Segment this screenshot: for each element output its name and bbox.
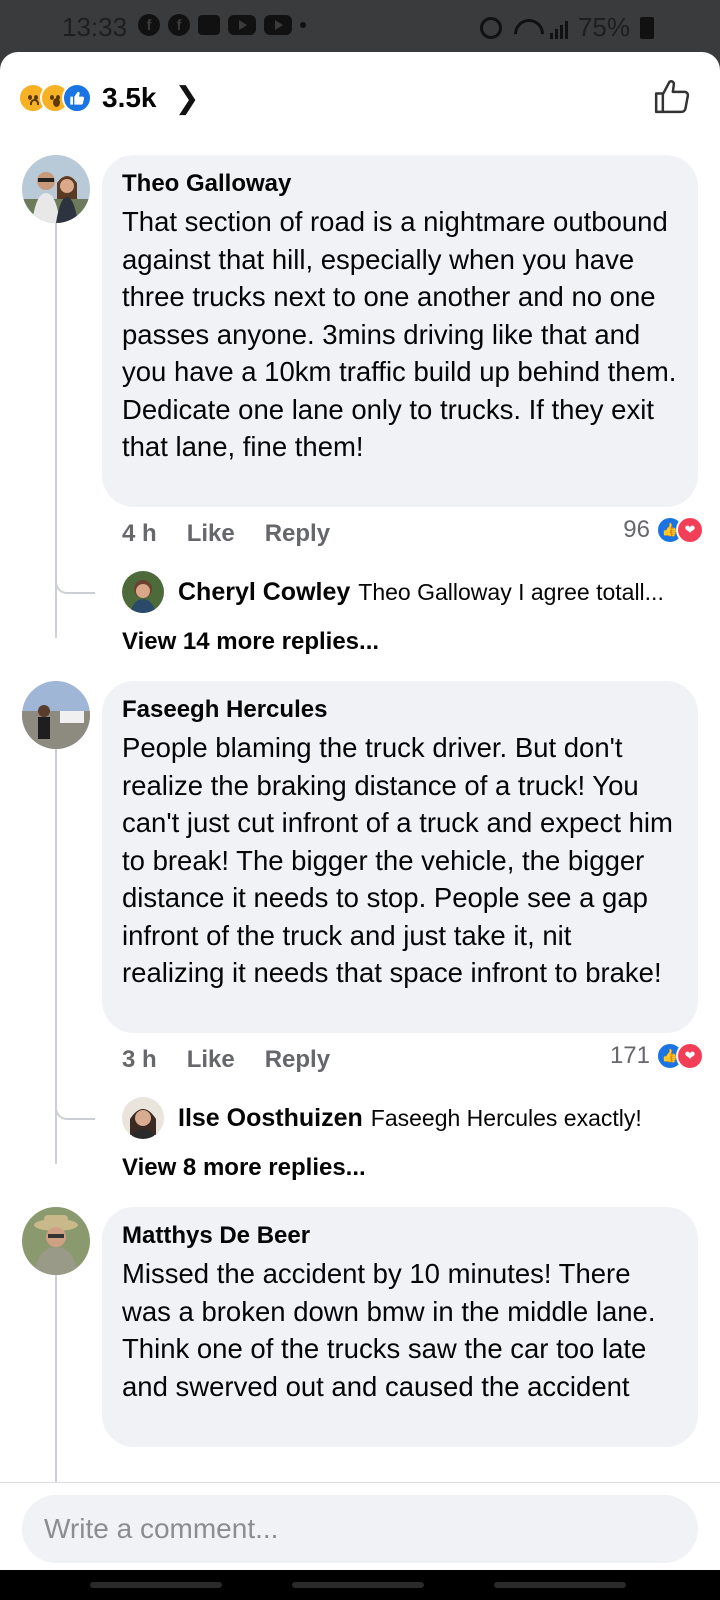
like-button[interactable]: Like bbox=[187, 1046, 235, 1074]
comment-text: Missed the accident by 10 minutes! There… bbox=[122, 1258, 656, 1402]
youtube-icon bbox=[228, 15, 256, 35]
comment-author[interactable]: Faseegh Hercules bbox=[122, 695, 678, 725]
comment-reactions[interactable]: 96 👍 ❤ bbox=[623, 516, 704, 544]
home-button[interactable] bbox=[292, 1582, 424, 1588]
comment-text: That section of road is a nightmare outb… bbox=[122, 206, 677, 462]
signal-icon bbox=[549, 17, 568, 39]
reply-text: Faseegh Hercules exactly! bbox=[370, 1104, 642, 1131]
love-reaction-icon: ❤ bbox=[676, 516, 704, 544]
comment-input[interactable] bbox=[22, 1495, 698, 1563]
comment-composer bbox=[0, 1482, 720, 1600]
comment-author[interactable]: Matthys De Beer bbox=[122, 1221, 678, 1251]
comment-actions: 3 h Like Reply bbox=[122, 1046, 330, 1074]
reactions-count: 3.5k bbox=[102, 82, 157, 113]
chevron-right-icon[interactable]: ❯ bbox=[175, 81, 200, 116]
reaction-count: 96 bbox=[623, 516, 650, 543]
avatar[interactable] bbox=[22, 1207, 90, 1275]
wifi-icon bbox=[512, 17, 540, 39]
more-notifications-icon bbox=[300, 22, 306, 28]
comment-text: People blaming the truck driver. But don… bbox=[122, 732, 673, 988]
avatar[interactable] bbox=[122, 1097, 164, 1139]
youtube-icon bbox=[264, 15, 292, 35]
love-reaction-icon: ❤ bbox=[676, 1042, 704, 1070]
avatar[interactable] bbox=[22, 155, 90, 223]
reply-text: Theo Galloway I agree totall... bbox=[358, 578, 664, 605]
recent-apps-button[interactable] bbox=[90, 1582, 222, 1588]
system-icons: 75% bbox=[479, 12, 654, 43]
system-nav-bar bbox=[0, 1570, 720, 1600]
notification-icons: f f bbox=[138, 14, 306, 36]
reply-button[interactable]: Reply bbox=[265, 520, 330, 548]
comment-bubble[interactable]: Faseegh Hercules People blaming the truc… bbox=[102, 681, 698, 1033]
facebook-icon: f bbox=[168, 14, 190, 36]
comment-author[interactable]: Theo Galloway bbox=[122, 169, 678, 199]
battery-icon bbox=[640, 16, 654, 39]
back-button[interactable] bbox=[494, 1582, 626, 1588]
comment-time: 3 h bbox=[122, 1046, 157, 1073]
status-time: 13:33 bbox=[62, 12, 128, 42]
reply-author[interactable]: Cheryl Cowley bbox=[178, 578, 350, 607]
reply-button[interactable]: Reply bbox=[265, 1046, 330, 1074]
status-bar: 13:33 f f 75% bbox=[0, 0, 720, 52]
alarm-icon bbox=[479, 16, 502, 39]
like-button-icon[interactable] bbox=[652, 76, 692, 116]
comments-panel: 3.5k ❯ Theo Galloway That section of roa… bbox=[0, 52, 720, 1600]
reactions-summary[interactable]: 3.5k ❯ bbox=[18, 78, 200, 118]
reply-author[interactable]: Ilse Oosthuizen bbox=[178, 1104, 363, 1133]
reply-preview[interactable]: Cheryl Cowley Theo Galloway I agree tota… bbox=[122, 571, 664, 613]
reaction-count: 171 bbox=[609, 1042, 650, 1069]
inbox-icon bbox=[198, 15, 220, 35]
avatar[interactable] bbox=[22, 681, 90, 749]
comment-actions: 4 h Like Reply bbox=[122, 520, 330, 548]
battery-percent: 75% bbox=[577, 12, 630, 42]
view-more-replies[interactable]: View 14 more replies... bbox=[122, 628, 379, 656]
facebook-icon: f bbox=[138, 14, 160, 36]
comment-bubble[interactable]: Theo Galloway That section of road is a … bbox=[102, 155, 698, 507]
like-button[interactable]: Like bbox=[187, 520, 235, 548]
comment-time: 4 h bbox=[122, 520, 157, 547]
comment-bubble[interactable]: Matthys De Beer Missed the accident by 1… bbox=[102, 1207, 698, 1447]
avatar[interactable] bbox=[122, 571, 164, 613]
view-more-replies[interactable]: View 8 more replies... bbox=[122, 1154, 366, 1182]
reply-preview[interactable]: Ilse Oosthuizen Faseegh Hercules exactly… bbox=[122, 1097, 642, 1139]
wow-reaction-icon bbox=[40, 83, 70, 113]
comment-reactions[interactable]: 171 👍 ❤ bbox=[610, 1042, 704, 1070]
